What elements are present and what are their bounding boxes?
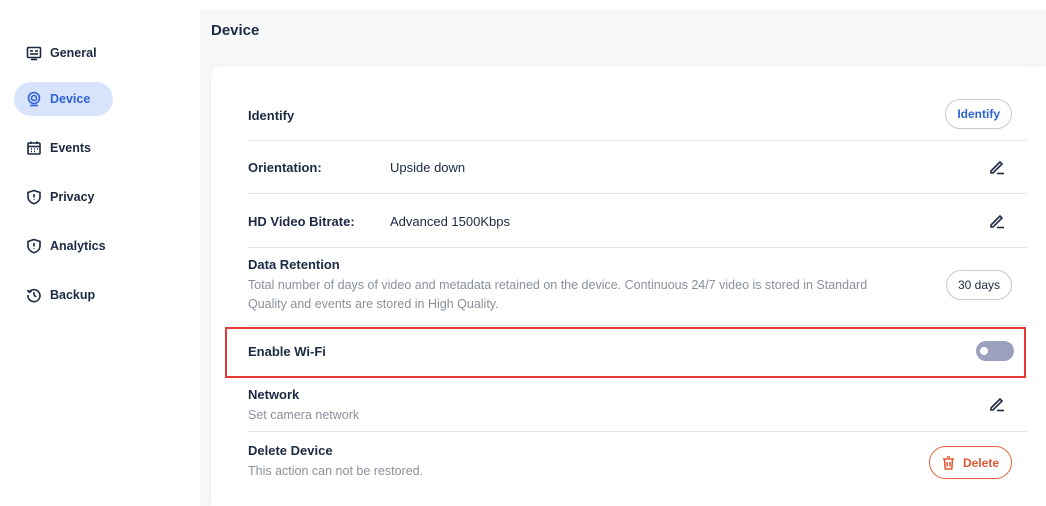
sidebar-item-events[interactable]: Events	[14, 131, 113, 165]
sidebar-item-backup[interactable]: Backup	[14, 278, 113, 312]
orientation-label: Orientation:	[248, 160, 322, 175]
pencil-icon	[990, 214, 1004, 229]
sidebar-item-general[interactable]: General	[14, 36, 113, 70]
sidebar-item-label: Events	[50, 141, 91, 155]
wifi-toggle[interactable]	[976, 341, 1014, 361]
orientation-value: Upside down	[390, 160, 466, 175]
shield-icon	[26, 189, 42, 205]
page-title: Device	[211, 22, 260, 39]
sidebar: General Device Events Privacy Analytics …	[0, 9, 200, 506]
sidebar-item-label: General	[50, 46, 97, 60]
backup-icon	[26, 287, 42, 303]
general-icon	[26, 45, 42, 61]
edit-bitrate-button[interactable]	[987, 211, 1007, 231]
pencil-icon	[990, 160, 1004, 175]
delete-button[interactable]: Delete	[928, 446, 1012, 479]
edit-network-button[interactable]	[987, 394, 1007, 414]
wifi-row: Enable Wi-Fi	[248, 326, 1027, 378]
shield-icon	[26, 238, 42, 254]
delete-device-row: Delete Device This action can not be res…	[248, 432, 1027, 492]
bitrate-label: HD Video Bitrate:	[248, 214, 355, 229]
retention-days-button[interactable]: 30 days	[945, 270, 1012, 300]
delete-device-title: Delete Device	[248, 443, 333, 458]
bitrate-row: HD Video Bitrate: Advanced 1500Kbps	[248, 194, 1027, 248]
pencil-icon	[990, 397, 1004, 412]
delete-button-label: Delete	[962, 455, 999, 470]
sidebar-item-privacy[interactable]: Privacy	[14, 180, 113, 214]
edit-orientation-button[interactable]	[987, 157, 1007, 177]
identify-title: Identify	[248, 108, 295, 123]
wifi-title: Enable Wi-Fi	[248, 344, 326, 359]
sidebar-item-device[interactable]: Device	[14, 82, 113, 116]
network-title: Network	[248, 387, 300, 402]
bitrate-value: Advanced 1500Kbps	[390, 214, 510, 229]
data-retention-desc-line2: Quality and events are stored in High Qu…	[248, 297, 499, 311]
delete-device-desc: This action can not be restored.	[248, 464, 424, 478]
toggle-knob	[980, 347, 988, 355]
data-retention-desc-line1: Total number of days of video and metada…	[248, 278, 868, 292]
sidebar-item-analytics[interactable]: Analytics	[14, 229, 113, 263]
sidebar-item-label: Analytics	[50, 239, 106, 253]
identify-button[interactable]: Identify	[945, 99, 1012, 129]
network-desc: Set camera network	[248, 408, 360, 422]
calendar-icon	[26, 140, 42, 156]
trash-icon	[942, 455, 955, 470]
sidebar-item-label: Privacy	[50, 190, 95, 204]
data-retention-row: Data Retention Total number of days of v…	[248, 248, 1027, 326]
sidebar-item-label: Device	[50, 92, 91, 106]
network-row: Network Set camera network	[248, 378, 1027, 432]
top-strip	[0, 0, 1046, 9]
device-icon	[26, 91, 42, 107]
orientation-row: Orientation: Upside down	[248, 141, 1027, 194]
identify-row: Identify Identify	[248, 88, 1027, 141]
device-settings-card: Identify Identify Orientation: Upside do…	[211, 66, 1046, 506]
sidebar-item-label: Backup	[50, 288, 96, 302]
data-retention-title: Data Retention	[248, 257, 340, 272]
